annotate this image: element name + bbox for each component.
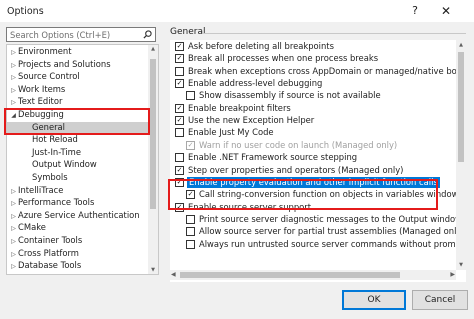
- search-input[interactable]: [10, 29, 138, 40]
- tree-item-label: IntelliTrace: [18, 184, 64, 195]
- hscroll-thumb[interactable]: [180, 272, 400, 278]
- checkbox-unchecked[interactable]: [186, 227, 195, 237]
- expand-arrow-icon[interactable]: ▷: [9, 211, 18, 222]
- tree-item-projects-and-solutions[interactable]: ▷ Projects and Solutions: [7, 58, 111, 71]
- tree-scroll-thumb[interactable]: [150, 59, 156, 209]
- tree-item-label: Cross Platform: [18, 247, 79, 258]
- expand-arrow-icon[interactable]: ▷: [9, 261, 18, 272]
- checkbox-checked[interactable]: ✓: [175, 54, 184, 64]
- expand-arrow-icon[interactable]: ▷: [9, 72, 18, 83]
- tree-item-intellitrace[interactable]: ▷ IntelliTrace: [7, 185, 63, 196]
- scroll-down-arrow[interactable]: ▼: [456, 262, 466, 268]
- tree-item-label: Performance Tools: [18, 197, 95, 208]
- tree-item-label: Azure Service Authentication: [18, 209, 140, 220]
- scroll-thumb[interactable]: [458, 52, 464, 162]
- expand-arrow-icon[interactable]: ▷: [9, 47, 18, 58]
- checkbox-unchecked[interactable]: [175, 128, 184, 138]
- tree-item-label: CMake: [18, 222, 46, 233]
- section-divider: [204, 33, 466, 34]
- checkbox-checked[interactable]: ✓: [175, 165, 184, 175]
- tree-item-label: Just-In-Time: [32, 146, 81, 157]
- option-label: Enable address-level debugging: [188, 78, 323, 89]
- checkbox-checked[interactable]: ✓: [175, 116, 184, 126]
- tree-item-label: Work Items: [18, 83, 66, 94]
- options-tree[interactable]: ▷ Environment ▷ Projects and Solutions ▷ Sour…: [6, 44, 159, 275]
- section-title: General: [170, 27, 206, 37]
- option-label: Enable .NET Framework source stepping: [188, 152, 358, 163]
- checkbox-unchecked[interactable]: [186, 91, 195, 101]
- tree-item-cmake[interactable]: ▷ CMake: [7, 222, 46, 233]
- tree-item-cross-platform[interactable]: ▷ Cross Platform: [7, 248, 79, 259]
- tree-item-symbols[interactable]: Symbols: [7, 172, 68, 183]
- tree-item-performance-tools[interactable]: ▷ Performance Tools: [7, 197, 94, 208]
- tree-item-just-in-time[interactable]: Just-In-Time: [7, 147, 81, 158]
- options-vertical-scrollbar[interactable]: ▲ ▼: [456, 40, 466, 270]
- tree-item-label: Symbols: [32, 172, 68, 182]
- tree-item-label: Hot Reload: [32, 134, 78, 145]
- window-title: Options: [7, 6, 44, 17]
- tree-item-label: Container Tools: [18, 235, 83, 245]
- tree-item-source-control[interactable]: ▷ Source Control: [7, 71, 80, 82]
- option-label: Break all processes when one process bre…: [188, 53, 379, 64]
- cancel-button[interactable]: Cancel: [412, 290, 468, 310]
- help-button[interactable]: ?: [408, 4, 422, 18]
- checkbox-checked[interactable]: ✓: [175, 79, 184, 89]
- tree-scrollbar[interactable]: ▲ ▼: [148, 45, 158, 274]
- checkbox-unchecked[interactable]: [175, 153, 184, 163]
- expand-arrow-icon[interactable]: ▷: [9, 198, 18, 209]
- highlight-box-property-evaluation: [168, 179, 438, 210]
- ok-button[interactable]: OK: [342, 290, 406, 310]
- scroll-right-arrow[interactable]: ▶: [450, 270, 455, 280]
- tree-scroll-down-arrow[interactable]: ▼: [148, 267, 158, 273]
- tree-item-container-tools[interactable]: ▷ Container Tools: [7, 235, 82, 246]
- option-label: Allow source server for partial trust as…: [199, 226, 465, 237]
- close-button[interactable]: ✕: [436, 4, 456, 18]
- expand-arrow-icon[interactable]: ▷: [9, 223, 18, 234]
- highlight-box-debugging-general: [4, 108, 150, 135]
- checkbox-unchecked[interactable]: [186, 214, 195, 224]
- option-label: Print source server diagnostic messages …: [199, 213, 463, 224]
- option-label: Enable Just My Code: [188, 127, 274, 138]
- option-label: Use the new Exception Helper: [188, 115, 315, 126]
- search-box[interactable]: [6, 27, 156, 42]
- checkbox-unchecked[interactable]: [186, 239, 195, 249]
- scroll-left-arrow[interactable]: ◀: [171, 270, 176, 280]
- expand-arrow-icon[interactable]: ▷: [9, 186, 18, 197]
- title-bar: Options ? ✕: [0, 0, 474, 22]
- option-label: Warn if no user code on launch (Managed …: [199, 139, 398, 150]
- tree-item-label: Environment: [18, 46, 72, 56]
- expand-arrow-icon[interactable]: ▷: [9, 249, 18, 260]
- tree-item-output-window[interactable]: Output Window: [7, 159, 97, 170]
- tree-item-environment[interactable]: ▷ Environment: [7, 46, 71, 57]
- tree-item-text-editor[interactable]: ▷ Text Editor: [7, 96, 62, 107]
- tree-item-label: Projects and Solutions: [18, 58, 111, 69]
- tree-item-azure-service-authentication[interactable]: ▷ Azure Service Authentication: [7, 209, 140, 222]
- option-label: Break when exceptions cross AppDomain or…: [188, 65, 466, 76]
- tree-item-label: Text Editor: [18, 96, 63, 107]
- options-horizontal-scrollbar[interactable]: ◀ ▶: [170, 270, 456, 280]
- tree-item-database-tools[interactable]: ▷ Database Tools: [7, 260, 81, 271]
- option-label: Show disassembly if source is not availa…: [199, 90, 381, 101]
- checkbox-unchecked[interactable]: [175, 66, 184, 76]
- tree-item-label: Source Control: [18, 71, 80, 82]
- tree-item-hot-reload[interactable]: Hot Reload: [7, 134, 78, 145]
- options-panel: ✓ Ask before deleting all breakpoints ✓ Bre…: [170, 40, 466, 282]
- expand-arrow-icon[interactable]: ▷: [9, 85, 18, 96]
- option-label: Step over properties and operators (Mana…: [188, 164, 404, 175]
- tree-item-label: Output Window: [32, 159, 97, 170]
- expand-arrow-icon[interactable]: ▷: [9, 60, 18, 71]
- checkbox-checked[interactable]: ✓: [175, 103, 184, 113]
- tree-scroll-up-arrow[interactable]: ▲: [148, 46, 158, 52]
- scroll-up-arrow[interactable]: ▲: [456, 42, 466, 48]
- checkbox-checked: ✓: [186, 140, 195, 150]
- tree-item-label: Database Tools: [18, 260, 82, 271]
- checkbox-checked[interactable]: ✓: [175, 42, 184, 51]
- tree-item-work-items[interactable]: ▷ Work Items: [7, 84, 65, 95]
- expand-arrow-icon[interactable]: ▷: [9, 236, 18, 247]
- option-label: Always run untrusted source server comma…: [199, 238, 466, 249]
- option-label: Enable breakpoint filters: [188, 102, 291, 113]
- expand-arrow-icon[interactable]: ▷: [9, 97, 18, 108]
- option-label: Ask before deleting all breakpoints: [188, 41, 334, 51]
- search-icon[interactable]: [143, 30, 152, 39]
